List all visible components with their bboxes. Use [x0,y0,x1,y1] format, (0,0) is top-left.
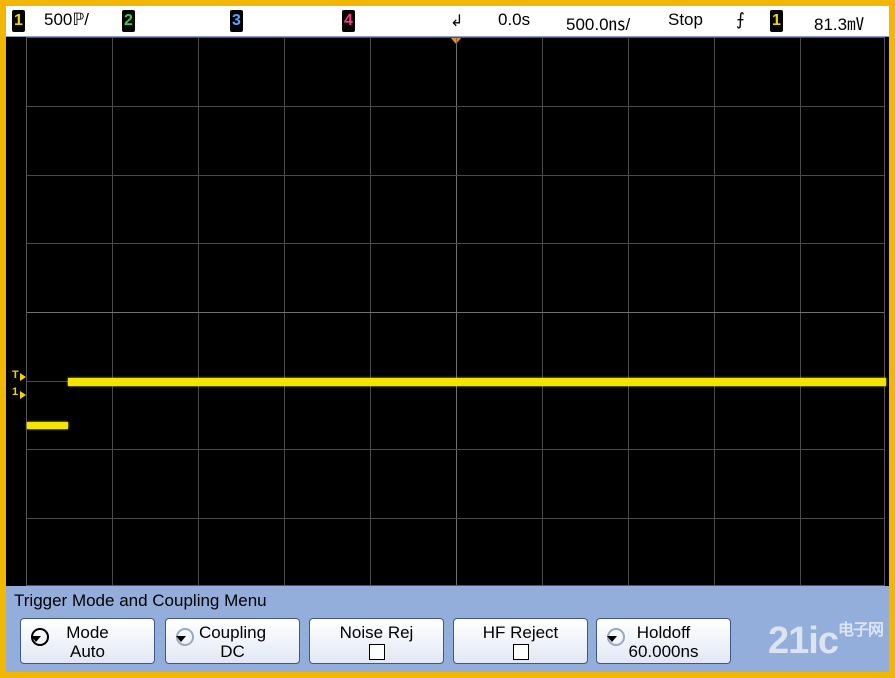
channel-1-indicator[interactable]: 1 [12,10,25,32]
channel-2-indicator[interactable]: 2 [122,10,135,32]
trigger-source-indicator[interactable]: 1 [770,10,783,32]
grid-line [27,449,884,450]
softkey-label: HF Reject [482,623,559,642]
watermark-subtext: 电子网 [837,622,884,639]
grid-line [27,243,884,244]
hf-reject-softkey[interactable]: HF Reject [453,618,588,664]
trigger-level-value: 81.3㎷ [814,15,865,34]
channel-4-indicator[interactable]: 4 [342,10,355,32]
oscilloscope-frame: 1 500ℙ/ 2 3 4 ↲ 0.0s 500.0㎱/ Stop ⨍ 1 81… [0,0,895,678]
channel-arrow-icon [20,391,26,399]
coupling-softkey[interactable]: Coupling DC [165,618,300,664]
grid-line [27,175,884,176]
checkbox-icon [368,644,385,660]
watermark-logo: 21ic电子网 [768,620,884,663]
run-state: Stop [668,10,703,29]
timebase-value: 500.0㎱/ [566,15,631,34]
rotate-icon [176,628,194,646]
grid-line [27,518,884,519]
trigger-arrow-icon [20,373,26,381]
mode-softkey[interactable]: Mode Auto [20,618,155,664]
trigger-edge-icon: ⨍ [736,10,745,29]
center-axis-horizontal [27,312,884,313]
status-bar: 1 500ℙ/ 2 3 4 ↲ 0.0s 500.0㎱/ Stop ⨍ 1 81… [6,6,889,37]
noise-rej-softkey[interactable]: Noise Rej [309,618,444,664]
watermark-text: 21ic [768,620,839,662]
menu-title: Trigger Mode and Coupling Menu [14,591,267,610]
waveform-high-segment [68,378,886,386]
rotate-icon [607,628,625,646]
softkey-menu: Trigger Mode and Coupling Menu Mode Auto… [6,586,889,672]
trigger-position-icon: ↲ [450,13,464,30]
channel-1-ground-marker[interactable]: 1 [12,386,18,398]
rotate-icon [31,628,49,646]
grid-line [27,106,884,107]
channel-3-indicator[interactable]: 3 [230,10,243,32]
delay-value: 0.0s [498,10,531,29]
softkey-label: Noise Rej [339,623,414,642]
oscilloscope-screen: 1 500ℙ/ 2 3 4 ↲ 0.0s 500.0㎱/ Stop ⨍ 1 81… [6,6,889,672]
trigger-level-marker[interactable]: T [12,369,19,381]
checkbox-icon [512,644,529,660]
channel-1-scale: 500ℙ/ [44,10,90,29]
waveform-low-segment [27,422,68,429]
holdoff-softkey[interactable]: Holdoff 60.000ns [596,618,731,664]
graticule [26,37,886,586]
